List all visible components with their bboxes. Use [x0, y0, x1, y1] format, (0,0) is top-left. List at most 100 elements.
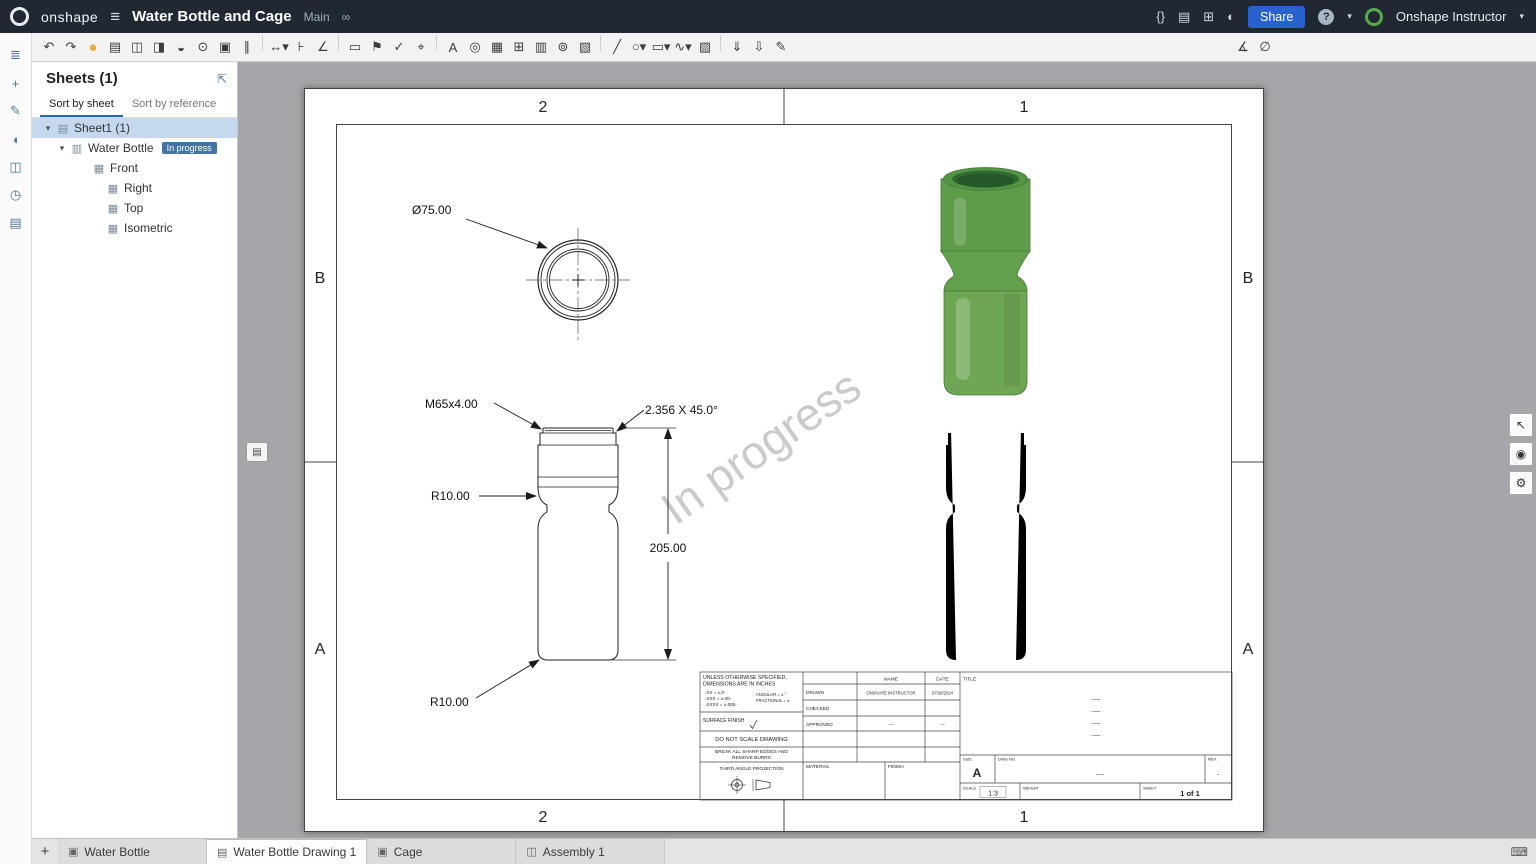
- popout-icon[interactable]: ⇱: [217, 72, 227, 86]
- projected-view-icon[interactable]: ◫: [127, 35, 147, 59]
- collapse-caret-icon[interactable]: ▾: [56, 143, 68, 154]
- help-icon[interactable]: ?: [1318, 8, 1335, 25]
- shortcuts-button[interactable]: ⌨: [1511, 839, 1536, 864]
- section-view-icon[interactable]: ◒: [171, 35, 191, 59]
- tb-sheet-label: SHEET: [1143, 786, 1157, 791]
- hatch-icon[interactable]: ▨: [695, 35, 715, 59]
- redo-icon[interactable]: ↷: [61, 35, 81, 59]
- tab-sort-by-reference[interactable]: Sort by reference: [123, 93, 225, 117]
- dim-radius-top[interactable]: R10.00: [431, 489, 470, 503]
- dim-thread[interactable]: M65x4.00: [425, 397, 478, 411]
- ordinate-dimension-icon[interactable]: ⊦: [291, 35, 311, 59]
- circle-icon[interactable]: ○▾: [629, 35, 649, 59]
- label-icon[interactable]: ⚑: [367, 35, 387, 59]
- measure-icon[interactable]: ∡: [1233, 35, 1253, 59]
- tb-surface-finish: SURFACE FINISH: [703, 718, 745, 724]
- dim-diameter[interactable]: Ø75.00: [412, 203, 452, 217]
- chamfer-dimension-icon[interactable]: ∠: [313, 35, 333, 59]
- dim-height[interactable]: 205.00: [650, 541, 687, 555]
- view-row[interactable]: ▦ Right: [32, 178, 237, 198]
- spline-icon[interactable]: ∿▾: [673, 35, 693, 59]
- crop-view-icon[interactable]: ▣: [215, 35, 235, 59]
- divider[interactable]: [338, 35, 340, 51]
- user-name[interactable]: Onshape Instructor: [1396, 9, 1507, 24]
- branch-label[interactable]: Main: [304, 10, 330, 24]
- feature-panel-icon[interactable]: ≣: [4, 43, 28, 67]
- onshape-logo-icon: [10, 7, 29, 26]
- app-store-icon[interactable]: ⊞: [1203, 9, 1214, 25]
- toolbar-icon-group: ↶ ↷ ● ▤ ◫ ◨ ◒ ⊙ ▣ ∥ ↔▾ ⊦ ∠ ▭ ⚑ ✓ ⌖ A ◎ ▦…: [38, 35, 792, 59]
- tab-water-bottle-drawing[interactable]: ▤ Water Bottle Drawing 1: [207, 839, 368, 864]
- share-button[interactable]: Share: [1248, 5, 1306, 28]
- detail-view-icon[interactable]: ⊙: [193, 35, 213, 59]
- bom-table-icon[interactable]: ▥: [531, 35, 551, 59]
- export-pdf-icon[interactable]: ⇩: [749, 35, 769, 59]
- user-avatar[interactable]: [1364, 7, 1383, 26]
- dim-radius-bottom[interactable]: R10.00: [430, 695, 469, 709]
- view-row-front[interactable]: ▦ Front: [32, 158, 237, 178]
- settings-button[interactable]: ⚙: [1509, 471, 1533, 495]
- zone-right-b: B: [1243, 270, 1254, 287]
- drawing-sheet[interactable]: 2 1 2 1 B A B A In progress Ø75.00 M65x4…: [304, 88, 1264, 832]
- comment-icon[interactable]: ◖: [4, 127, 28, 151]
- tab-water-bottle[interactable]: ▣ Water Bottle: [58, 839, 207, 864]
- sheet-thumbnail-button[interactable]: ▤: [246, 442, 268, 462]
- dim-chamfer[interactable]: 2.356 X 45.0°: [645, 403, 718, 417]
- auxiliary-view-icon[interactable]: ◨: [149, 35, 169, 59]
- new-tab-button[interactable]: +: [32, 839, 58, 864]
- link-icon[interactable]: ∞: [342, 10, 351, 24]
- clear-measure-icon[interactable]: ∅: [1255, 35, 1275, 59]
- geometric-tolerance-icon[interactable]: ⌖: [411, 35, 431, 59]
- text-icon[interactable]: A: [443, 35, 463, 59]
- tb-date-header: DATE: [936, 677, 948, 683]
- export-dxf-icon[interactable]: ⇓: [727, 35, 747, 59]
- break-view-icon[interactable]: ∥: [237, 35, 257, 59]
- insert-icon[interactable]: +: [4, 71, 28, 95]
- tab-assembly[interactable]: ◫ Assembly 1: [516, 839, 666, 864]
- undo-icon[interactable]: ↶: [39, 35, 59, 59]
- note-icon[interactable]: ▭: [345, 35, 365, 59]
- selection-filter-button[interactable]: ↖: [1509, 413, 1533, 437]
- tab-sort-by-sheet[interactable]: Sort by sheet: [40, 93, 123, 117]
- canvas-tools: ↖ ◉ ⚙: [1509, 413, 1533, 495]
- dimension-icon[interactable]: ↔▾: [269, 35, 289, 59]
- sketch-pencil-icon[interactable]: ✎: [771, 35, 791, 59]
- view-row[interactable]: ▦ Isometric: [32, 218, 237, 238]
- tab-label: Water Bottle Drawing 1: [233, 845, 357, 859]
- insert-view-icon[interactable]: ▤: [105, 35, 125, 59]
- part-row[interactable]: ▾ ▥ Water Bottle In progress: [32, 138, 237, 158]
- main-menu-icon[interactable]: ≡: [110, 7, 120, 27]
- surface-finish-icon[interactable]: ✓: [389, 35, 409, 59]
- divider[interactable]: [262, 35, 264, 51]
- collapse-caret-icon[interactable]: ▾: [42, 123, 54, 134]
- divider[interactable]: [720, 35, 722, 51]
- notes-icon[interactable]: ▤: [4, 211, 28, 235]
- parts-icon[interactable]: ◫: [4, 155, 28, 179]
- history-icon[interactable]: ◷: [4, 183, 28, 207]
- user-caret-icon[interactable]: ▾: [1519, 11, 1524, 22]
- view-options-button[interactable]: ◉: [1509, 442, 1533, 466]
- tab-cage[interactable]: ▣ Cage: [367, 839, 517, 864]
- drawing-view-isometric[interactable]: [940, 167, 1031, 396]
- divider[interactable]: [436, 35, 438, 51]
- view-row[interactable]: ▦ Top: [32, 198, 237, 218]
- hole-table-icon[interactable]: ⊞: [509, 35, 529, 59]
- tb-tol2: .XXX = ±.00-: [705, 696, 732, 701]
- divider[interactable]: [600, 35, 602, 51]
- rectangle-icon[interactable]: ▭▾: [651, 35, 671, 59]
- update-views-icon[interactable]: ●: [83, 35, 103, 59]
- balloon-icon[interactable]: ⊚: [553, 35, 573, 59]
- zoom-search-icon[interactable]: ◎: [465, 35, 485, 59]
- featurescript-icon[interactable]: {}: [1156, 9, 1165, 24]
- learning-center-icon[interactable]: ▤: [1178, 9, 1190, 25]
- table-icon[interactable]: ▦: [487, 35, 507, 59]
- sheet-row[interactable]: ▾ ▤ Sheet1 (1): [32, 118, 237, 138]
- drawing-canvas[interactable]: 2 1 2 1 B A B A In progress Ø75.00 M65x4…: [238, 62, 1536, 839]
- revision-table-icon[interactable]: ▧: [575, 35, 595, 59]
- appearance-icon[interactable]: ✎: [4, 99, 28, 123]
- tb-title-label: TITLE: [963, 677, 976, 683]
- help-caret-icon[interactable]: ▾: [1347, 11, 1352, 22]
- document-title[interactable]: Water Bottle and Cage: [132, 8, 291, 25]
- theme-icon[interactable]: ◐: [1227, 9, 1235, 24]
- line-icon[interactable]: ╱: [607, 35, 627, 59]
